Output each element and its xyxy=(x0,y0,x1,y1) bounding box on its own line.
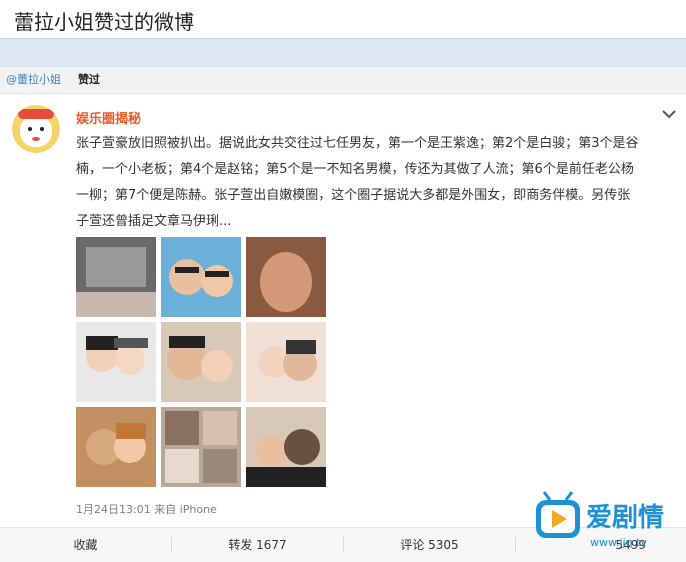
author-avatar[interactable] xyxy=(12,105,60,153)
photo-thumbnail-4[interactable] xyxy=(76,322,156,402)
post-text-line: 张子萱豪放旧照被扒出。据说此女共交往过七任男友，第一个是王紫逸；第2个是白骏；第… xyxy=(76,136,639,151)
liker-row: @蕾拉小姐 赞过 xyxy=(0,67,686,94)
photo-thumbnail-1[interactable] xyxy=(76,237,156,317)
photo-thumbnail-7[interactable] xyxy=(76,407,156,487)
repost-button[interactable]: 转发 1677 xyxy=(172,528,343,562)
post-timestamp-link[interactable]: 1月24日13:01 xyxy=(76,503,151,516)
photo-thumbnail-2[interactable] xyxy=(161,237,241,317)
watermark-brand: 爱剧情 xyxy=(586,503,664,533)
comment-label: 评论 5305 xyxy=(400,538,459,552)
page-title: 蕾拉小姐赞过的微博 xyxy=(14,10,194,34)
watermark-url: www.ijq.tv xyxy=(590,536,647,549)
photo-thumbnail-5[interactable] xyxy=(161,322,241,402)
comment-button[interactable]: 评论 5305 xyxy=(344,528,515,562)
favorite-label: 收藏 xyxy=(73,538,98,552)
post-meta: 1月24日13:01 来自 iPhone xyxy=(76,501,217,517)
photo-thumbnail-9[interactable] xyxy=(246,407,326,487)
author-name-link[interactable]: 娱乐圈揭秘 xyxy=(76,108,141,127)
post-text-line: 楠，一个小老板；第4个是赵铭；第5个是一不知名男模，传还为其做了人流；第6个是前… xyxy=(76,162,634,177)
weibo-card: @蕾拉小姐 赞过 娱乐圈揭秘 张子萱豪放旧照被扒出。据说此女共交往过七任男友，第… xyxy=(0,66,686,562)
post-text-line: 一柳；第7个便是陈赫。张子萱出自嫩模圈，这个圈子据说大多都是外围女，即商务伴模。… xyxy=(76,188,631,203)
photo-thumbnail-6[interactable] xyxy=(246,322,326,402)
post-source-prefix: 来自 xyxy=(154,503,177,516)
photo-thumbnail-8[interactable] xyxy=(161,407,241,487)
photo-thumbnail-3[interactable] xyxy=(246,237,326,317)
post-source-link[interactable]: iPhone xyxy=(180,503,217,516)
repost-label: 转发 1677 xyxy=(228,538,287,552)
chevron-down-icon[interactable] xyxy=(660,105,678,123)
post-text: 张子萱豪放旧照被扒出。据说此女共交往过七任男友，第一个是王紫逸；第2个是白骏；第… xyxy=(76,131,666,235)
title-bar: 蕾拉小姐赞过的微博 xyxy=(0,0,686,39)
liker-action-label: 赞过 xyxy=(78,73,100,86)
post-text-line: 子萱还曾插足文章马伊琍... xyxy=(76,214,232,229)
liker-name-link[interactable]: @蕾拉小姐 xyxy=(6,67,61,93)
favorite-button[interactable]: 收藏 xyxy=(0,528,171,562)
watermark-logo: 爱剧情 www.ijq.tv xyxy=(530,488,686,558)
